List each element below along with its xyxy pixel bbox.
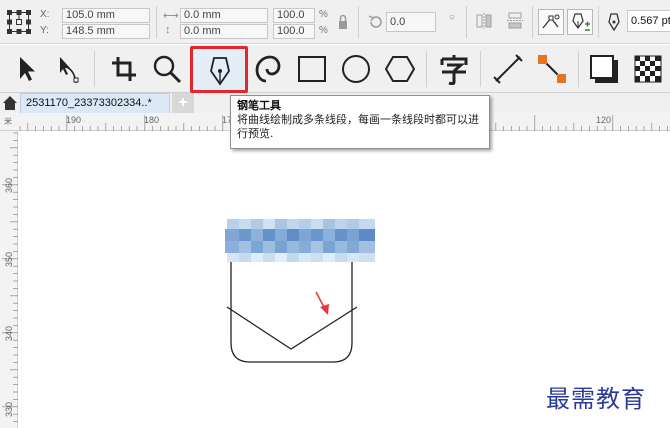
add-tab-button[interactable]: + (172, 93, 194, 113)
checkerboard-icon (634, 55, 662, 83)
pen-tool[interactable] (190, 46, 248, 93)
pocket-outline (230, 262, 353, 363)
crop-icon (112, 57, 136, 81)
magnifier-icon (153, 55, 182, 84)
degree-icon: ○ (449, 12, 456, 23)
watermark-text: 最需教育 (546, 385, 646, 413)
pick-tool[interactable] (6, 49, 46, 89)
scale-x-unit: % (319, 9, 328, 20)
node-edit-icon (542, 14, 560, 29)
lock-ratio-icon[interactable] (338, 14, 348, 30)
tooltip-description: 将曲线绘制成多条线段，每画一条线段时都可以进行预览. (237, 113, 479, 140)
ellipse-tool[interactable] (336, 49, 376, 89)
ruler-label-340: 340 (4, 325, 14, 341)
pen-tool-tooltip: 钢笔工具 将曲线绘制成多条线段，每画一条线段时都可以进行预览. (230, 95, 490, 149)
height-field[interactable]: 0.0 mm (180, 24, 268, 39)
text-zi-icon (440, 55, 468, 85)
mirror-vertical-icon[interactable] (506, 12, 524, 30)
drop-shadow-tool[interactable] (584, 49, 624, 89)
mirror-horizontal-icon[interactable] (476, 12, 492, 30)
connector-tool[interactable] (532, 49, 572, 89)
width-field[interactable]: 0.0 mm (180, 8, 268, 23)
tooltip-title: 钢笔工具 (237, 99, 281, 112)
ellipse-icon (342, 55, 370, 83)
polygon-tool[interactable] (380, 49, 420, 89)
spiral-tool[interactable] (250, 49, 290, 89)
ruler-label-120: 120 (596, 115, 612, 125)
ruler-label-360: 360 (4, 177, 14, 193)
drop-shadow-icon (590, 55, 618, 83)
ruler-label-190: 190 (66, 115, 82, 125)
rectangle-icon (298, 56, 326, 82)
scale-y-unit: % (319, 25, 328, 36)
zoom-tool[interactable] (147, 49, 187, 89)
text-tool[interactable] (434, 49, 474, 89)
hexagon-icon (384, 56, 416, 82)
spiral-icon (255, 55, 281, 83)
ruler-label-180: 180 (144, 115, 160, 125)
pen-nib-icon (210, 57, 230, 86)
home-icon (3, 96, 17, 110)
ruler-label-330: 330 (4, 401, 14, 417)
ruler-label-350: 350 (4, 251, 14, 267)
y-position-field[interactable]: 148.5 mm (62, 24, 150, 39)
width-icon: ⟷ (163, 10, 179, 22)
home-tab[interactable] (0, 93, 20, 113)
crop-tool[interactable] (104, 49, 144, 89)
property-bar: X: Y: 105.0 mm 148.5 mm ⟷ ↕ 0.0 mm 0.0 m… (0, 0, 670, 44)
x-label: X: (40, 9, 50, 20)
rotate-icon (368, 15, 382, 28)
x-position-field[interactable]: 105.0 mm (62, 8, 150, 23)
vertical-ruler[interactable]: 360 350 340 330 (0, 131, 18, 428)
shape-node-icon (60, 57, 79, 84)
dimension-tool[interactable] (488, 49, 528, 89)
pen-plus-icon (572, 13, 590, 31)
toolbox (0, 45, 670, 93)
shape-tool[interactable] (48, 49, 88, 89)
dimension-line-icon (493, 54, 523, 84)
red-arrow-head (320, 304, 329, 315)
reference-point-icon[interactable] (6, 9, 32, 35)
transparency-tool[interactable] (628, 49, 668, 89)
y-label: Y: (40, 25, 49, 36)
vertical-ruler-ticks (2, 132, 18, 422)
pixelated-text-bar (225, 219, 375, 262)
outline-pen-icon (608, 13, 620, 32)
document-tab[interactable]: 2531170_23373302334..* (20, 93, 170, 113)
arrow-cursor-icon (20, 57, 35, 81)
scale-x-field[interactable]: 100.0 (273, 8, 315, 23)
height-icon: ↕ (165, 24, 171, 36)
pen-options-button[interactable] (567, 9, 593, 35)
scale-y-field[interactable]: 100.0 (273, 24, 315, 39)
rectangle-tool[interactable] (292, 49, 332, 89)
outline-width-field[interactable]: 0.567 pt (627, 10, 670, 32)
rotation-field[interactable]: 0.0 (386, 12, 436, 32)
connector-icon (538, 55, 566, 83)
pen-drawn-v-path (226, 306, 358, 350)
node-edit-button[interactable] (538, 9, 564, 35)
